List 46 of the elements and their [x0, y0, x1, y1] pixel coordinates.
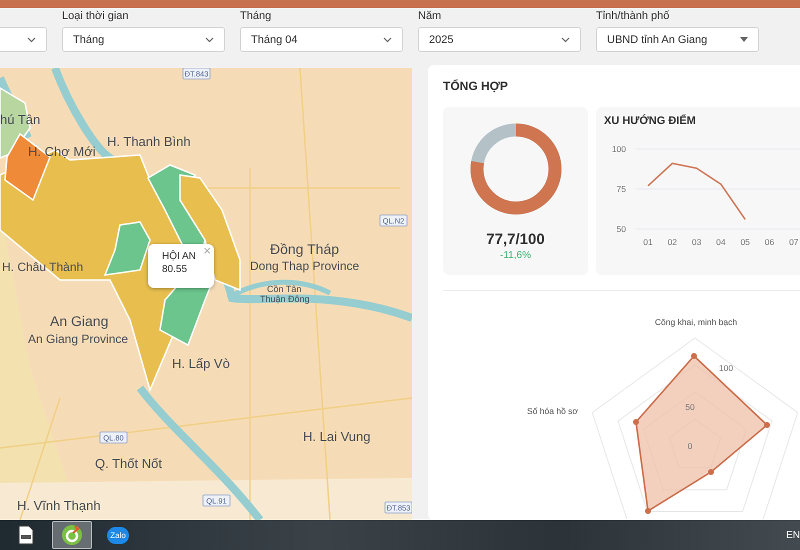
place-label: Q. Thốt Nốt — [95, 456, 162, 471]
place-label: An Giang — [50, 313, 108, 329]
filter-label: Tháng — [240, 10, 272, 24]
y-tick-label: 50 — [616, 224, 626, 234]
x-tick-label: 06 — [764, 237, 774, 247]
radar-tick-label: 50 — [685, 402, 695, 412]
place-label: Cồn Tân — [267, 284, 302, 294]
filter-label: Loại thời gian — [62, 10, 130, 24]
filter-label: Năm — [418, 10, 442, 24]
popup-score: 80.55 — [162, 264, 188, 275]
x-tick-label: 07 — [789, 237, 799, 247]
x-tick-label: 05 — [740, 237, 750, 247]
score-value: 77,7/100 — [486, 231, 545, 248]
x-tick-label: 03 — [692, 237, 702, 247]
dropdown[interactable]: Tháng 04 — [240, 27, 403, 52]
place-label: An Giang Province — [28, 332, 128, 346]
place-label: H. Vĩnh Thạnh — [17, 498, 101, 513]
place-label: Đồng Tháp — [270, 241, 340, 257]
dropdown[interactable]: UBND tỉnh An Giang — [596, 27, 759, 52]
radar-axis-label: Số hóa hồ sơ — [527, 406, 578, 416]
popup-title: HỘI AN — [162, 251, 197, 262]
place-label: hú Tân — [0, 112, 40, 127]
score-change: -11,6% — [500, 250, 531, 261]
place-label: Thuận Đông — [260, 294, 310, 304]
radar-axis-label: Công khai, minh bạch — [654, 317, 738, 327]
place-label: H. Chợ Mới — [28, 144, 96, 159]
place-label: H. Lấp Vò — [172, 356, 230, 371]
y-tick-label: 100 — [612, 144, 626, 154]
x-tick-label: 02 — [668, 237, 678, 247]
x-tick-label: 04 — [716, 237, 726, 247]
place-label: Dong Thap Province — [250, 259, 360, 273]
place-label: H. Châu Thành — [2, 260, 84, 274]
radar-tick-label: 100 — [718, 363, 734, 373]
dropdown[interactable]: Tháng — [62, 27, 225, 52]
taskbar-app[interactable]: Zalo — [98, 521, 138, 549]
app-icon-label: Zalo — [107, 526, 129, 544]
radar-tick-label: 0 — [688, 441, 692, 451]
language-indicator[interactable]: EN — [786, 530, 800, 540]
y-tick-label: 75 — [616, 184, 626, 194]
place-label: H. Lai Vung — [303, 429, 370, 444]
card-title: TỔNG HỢP — [442, 78, 509, 95]
filter-label: Tỉnh/thành phố — [596, 10, 670, 24]
x-tick-label: 01 — [643, 237, 653, 247]
place-label: H. Thanh Bình — [107, 134, 191, 149]
chart-title: XU HƯỚNG ĐIỂM — [603, 115, 697, 129]
dropdown[interactable]: 2025 — [418, 27, 581, 52]
